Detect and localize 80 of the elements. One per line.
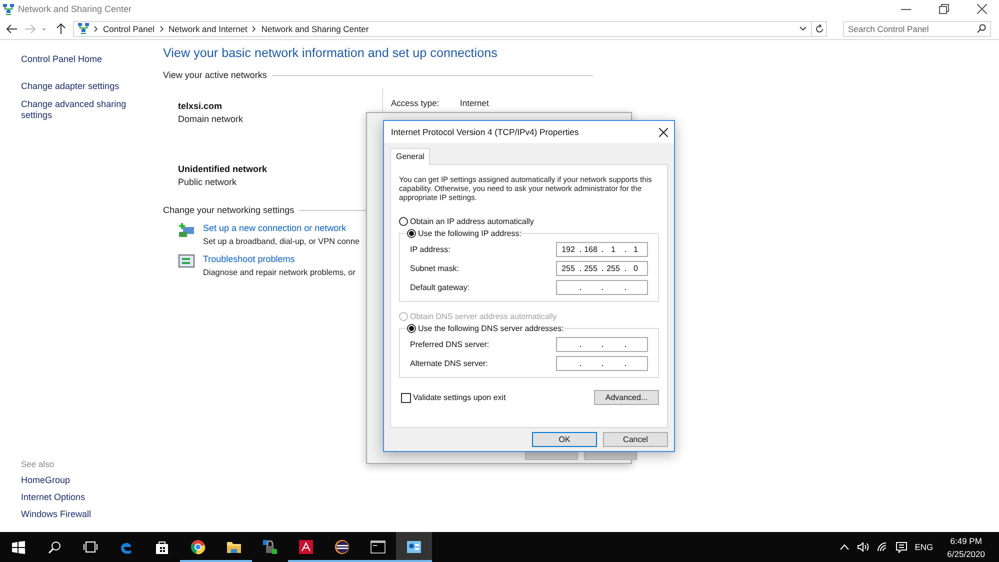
breadcrumb[interactable]: Control Panel bbox=[103, 24, 155, 34]
speaker-icon[interactable] bbox=[856, 542, 869, 552]
breadcrumb[interactable]: Network and Internet bbox=[168, 24, 248, 34]
eclipse-icon bbox=[334, 539, 350, 555]
network-type: Domain network bbox=[178, 114, 244, 124]
refresh-icon bbox=[814, 24, 824, 34]
chevron-right-icon bbox=[94, 26, 98, 32]
breadcrumb[interactable]: Network and Sharing Center bbox=[261, 24, 369, 34]
clock-date[interactable]: 6/25/2020 bbox=[947, 548, 985, 558]
task-link[interactable]: Troubleshoot problems bbox=[203, 254, 356, 264]
search-field[interactable]: Search Control Panel bbox=[843, 20, 991, 36]
advanced-button[interactable]: Advanced... bbox=[594, 390, 659, 405]
search-icon[interactable] bbox=[48, 540, 60, 554]
tab[interactable]: General bbox=[390, 148, 430, 165]
radio-button[interactable]: Use the following IP address: bbox=[407, 229, 522, 238]
shopping-bag-icon bbox=[154, 539, 170, 555]
field-label: Preferred DNS server: bbox=[410, 340, 490, 349]
page-heading: View your basic network information and set up connections bbox=[163, 46, 498, 60]
terminal-icon bbox=[370, 539, 386, 555]
padlock-icon bbox=[262, 539, 278, 555]
document-icon bbox=[298, 539, 314, 555]
checkbox[interactable]: Validate settings upon exit bbox=[401, 392, 506, 402]
sidebar-link[interactable]: Internet Options bbox=[21, 492, 133, 503]
close-icon[interactable] bbox=[659, 128, 668, 136]
sidebar-link[interactable]: HomeGroup bbox=[21, 475, 133, 486]
chevron-down-icon[interactable] bbox=[799, 26, 807, 32]
address-bar[interactable]: Control Panel Network and Internet Network and Sharing Center bbox=[73, 20, 812, 36]
sidebar-link[interactable]: Change advanced sharing settings bbox=[21, 99, 133, 121]
restore-icon[interactable] bbox=[939, 4, 949, 14]
field-label: Default gateway: bbox=[410, 283, 470, 292]
chevron-right-icon bbox=[252, 26, 256, 32]
task-description: Set up a broadband, dial-up, or VPN conne bbox=[203, 237, 360, 246]
section-title: Change your networking settings bbox=[163, 205, 294, 215]
refresh-button[interactable] bbox=[811, 20, 827, 36]
clock-time[interactable]: 6:49 PM bbox=[950, 536, 982, 546]
task-link[interactable]: Set up a new connection or network bbox=[203, 223, 360, 233]
window-title: Network and Sharing Center bbox=[18, 4, 133, 14]
radio-button[interactable]: Obtain an IP address automatically bbox=[399, 217, 534, 226]
up-arrow-icon[interactable] bbox=[55, 22, 67, 34]
dialog-title: Internet Protocol Version 4 (TCP/IPv4) Properties bbox=[391, 127, 579, 137]
network-setup-icon bbox=[178, 223, 195, 238]
close-icon[interactable] bbox=[977, 4, 987, 14]
windows-logo-icon[interactable] bbox=[12, 540, 24, 554]
language-indicator[interactable]: ENG bbox=[914, 542, 934, 552]
field-label: Alternate DNS server: bbox=[410, 359, 488, 368]
detail-label: Access type: bbox=[391, 98, 440, 108]
section-title: View your active networks bbox=[163, 70, 267, 80]
sidebar-link[interactable]: Windows Firewall bbox=[21, 509, 133, 520]
radio-button[interactable]: Use the following DNS server addresses: bbox=[407, 324, 564, 333]
network-name: Unidentified network bbox=[178, 164, 268, 174]
ip-address-field[interactable] bbox=[556, 280, 648, 295]
network-type: Public network bbox=[178, 177, 238, 187]
network-name: telxsi.com bbox=[178, 101, 224, 111]
taskbar-app-button[interactable] bbox=[396, 532, 432, 562]
section-label: See also bbox=[21, 459, 56, 469]
ip-address-field[interactable] bbox=[556, 337, 648, 352]
back-arrow-icon[interactable] bbox=[6, 22, 18, 34]
ip-address-field[interactable]: 192 168 1 1 bbox=[556, 242, 648, 257]
control-panel-icon bbox=[406, 539, 422, 555]
field-label: IP address: bbox=[410, 245, 450, 254]
wifi-icon[interactable] bbox=[876, 542, 888, 552]
dialog-button[interactable]: Cancel bbox=[603, 432, 668, 447]
task-view-icon[interactable] bbox=[82, 541, 98, 553]
network-icon bbox=[78, 23, 89, 34]
ip-address-field[interactable]: 255 255 255 0 bbox=[556, 261, 648, 276]
notification-icon[interactable] bbox=[896, 542, 907, 552]
network-icon bbox=[3, 4, 14, 14]
sidebar-link[interactable]: Change adapter settings bbox=[21, 81, 133, 92]
dialog-button[interactable]: OK bbox=[532, 432, 597, 447]
folder-icon bbox=[226, 539, 242, 555]
troubleshoot-icon bbox=[178, 254, 195, 269]
search-icon bbox=[977, 24, 986, 33]
field-label: Subnet mask: bbox=[410, 264, 459, 273]
chevron-up-icon[interactable] bbox=[840, 544, 849, 550]
browser-icon bbox=[190, 539, 206, 555]
chevron-right-icon bbox=[160, 26, 164, 32]
sidebar-link[interactable]: Control Panel Home bbox=[21, 54, 133, 65]
task-description: Diagnose and repair network problems, or bbox=[203, 268, 356, 277]
detail-value: Internet bbox=[460, 98, 489, 108]
ip-address-field[interactable] bbox=[556, 356, 648, 371]
